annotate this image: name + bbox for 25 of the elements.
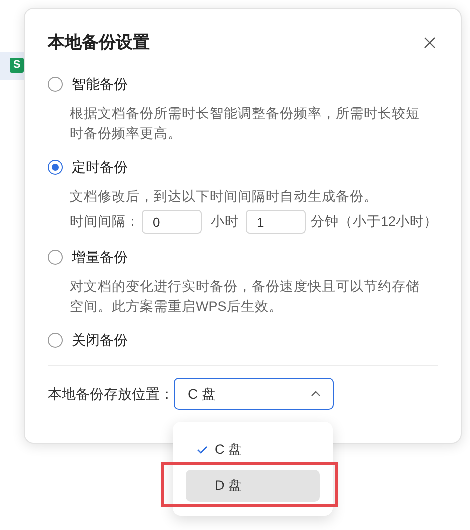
radio-button[interactable] [48, 250, 63, 264]
option-description: 对文档的变化进行实时备份，备份速度快且可以节约存储空间。此方案需重启WPS后生效。 [70, 278, 421, 316]
option-description: 文档修改后，到达以下时间间隔时自动生成备份。 [70, 188, 379, 206]
option-label[interactable]: 关闭备份 [72, 330, 128, 350]
hours-field[interactable]: 0 [142, 210, 202, 234]
check-icon [197, 446, 208, 454]
menu-item[interactable]: D 盘 [186, 470, 320, 502]
option-label[interactable]: 增量备份 [72, 247, 128, 267]
radio-button[interactable] [48, 332, 63, 348]
close-icon[interactable] [424, 37, 436, 49]
location-label: 本地备份存放位置： [48, 384, 174, 404]
radio-button[interactable] [48, 76, 63, 92]
location-dropdown[interactable]: C 盘 [174, 378, 334, 410]
interval-label: 时间间隔： [70, 213, 140, 231]
radio-button[interactable] [48, 160, 63, 174]
option-label[interactable]: 智能备份 [72, 74, 128, 94]
minutes-field[interactable]: 1 [246, 210, 306, 234]
minutes-unit: 分钟（小于12小时） [311, 213, 438, 231]
dialog-title: 本地备份设置 [48, 32, 150, 54]
hours-unit: 小时 [211, 213, 239, 231]
option-label[interactable]: 定时备份 [72, 157, 128, 177]
chevron-up-icon [311, 391, 321, 397]
menu-item[interactable]: C 盘 [186, 434, 320, 466]
app-badge: S [10, 58, 24, 73]
option-description: 根据文档备份所需时长智能调整备份频率，所需时长较短时备份频率更高。 [70, 105, 421, 143]
